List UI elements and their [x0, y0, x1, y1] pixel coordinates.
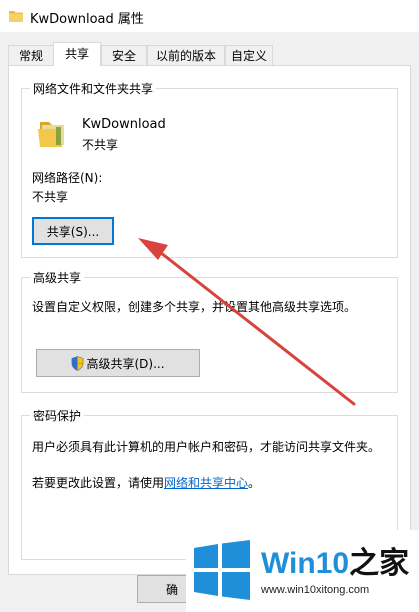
- advanced-share-button-label: 高级共享(D)...: [86, 357, 165, 371]
- tab-security[interactable]: 安全: [101, 45, 147, 65]
- tab-sharing[interactable]: 共享: [53, 42, 101, 66]
- watermark-url: www.win10xitong.com: [261, 584, 370, 596]
- folder-share-status: 不共享: [82, 138, 119, 152]
- password-change-suffix: 。: [248, 476, 261, 490]
- watermark-brand: Win10之家: [261, 538, 409, 582]
- folder-icon: [38, 122, 64, 147]
- group-title: 高级共享: [30, 269, 85, 286]
- tab-label: 以前的版本: [155, 49, 216, 63]
- tab-previous-versions[interactable]: 以前的版本: [147, 45, 225, 65]
- watermark-brand-suffix: 之家: [349, 547, 410, 580]
- group-title: 网络文件和文件夹共享: [30, 80, 157, 97]
- tab-label: 自定义: [230, 49, 267, 63]
- tab-label: 共享: [64, 47, 89, 61]
- advanced-share-button[interactable]: 高级共享(D)...: [36, 349, 200, 377]
- ok-button-label: 确: [166, 583, 179, 597]
- folder-name: KwDownload: [82, 117, 166, 132]
- advanced-share-description: 设置自定义权限，创建多个共享，并设置其他高级共享选项。: [32, 300, 357, 314]
- group-title: 密码保护: [30, 407, 85, 424]
- password-description: 用户必须具有此计算机的用户帐户和密码，才能访问共享文件夹。: [32, 440, 381, 454]
- network-path-value: 不共享: [32, 190, 69, 204]
- windows-logo-icon: [194, 540, 250, 600]
- tab-label: 安全: [111, 49, 136, 63]
- password-change-prefix: 若要更改此设置，请使用: [32, 476, 165, 490]
- tab-customize[interactable]: 自定义: [225, 45, 273, 65]
- uac-shield-icon: [72, 356, 84, 371]
- tab-general[interactable]: 常规: [8, 45, 54, 65]
- share-button[interactable]: 共享(S)...: [32, 217, 114, 245]
- network-path-label: 网络路径(N):: [32, 171, 103, 185]
- window-title: KwDownload 属性: [30, 12, 144, 27]
- sharing-panel: 网络文件和文件夹共享 KwDownload 不共享 网络路径(N): 不共享 共…: [8, 65, 411, 575]
- network-sharing-center-link[interactable]: 网络和共享中心: [164, 476, 248, 490]
- network-share-group: 网络文件和文件夹共享 KwDownload 不共享 网络路径(N): 不共享 共…: [21, 80, 398, 258]
- password-change-line: 若要更改此设置，请使用网络和共享中心。: [32, 474, 260, 491]
- tab-label: 常规: [18, 49, 43, 63]
- watermark-brand-win: Win10: [261, 547, 350, 580]
- title-bar: KwDownload 属性: [0, 0, 419, 32]
- watermark: Win10之家 www.win10xitong.com: [186, 530, 419, 612]
- properties-dialog: 常规 共享 安全 以前的版本 自定义 网络文件和文件夹共享 KwDownload…: [0, 32, 419, 612]
- folder-icon: [9, 11, 23, 22]
- advanced-share-group: 高级共享 设置自定义权限，创建多个共享，并设置其他高级共享选项。 高级共享(D)…: [21, 269, 398, 393]
